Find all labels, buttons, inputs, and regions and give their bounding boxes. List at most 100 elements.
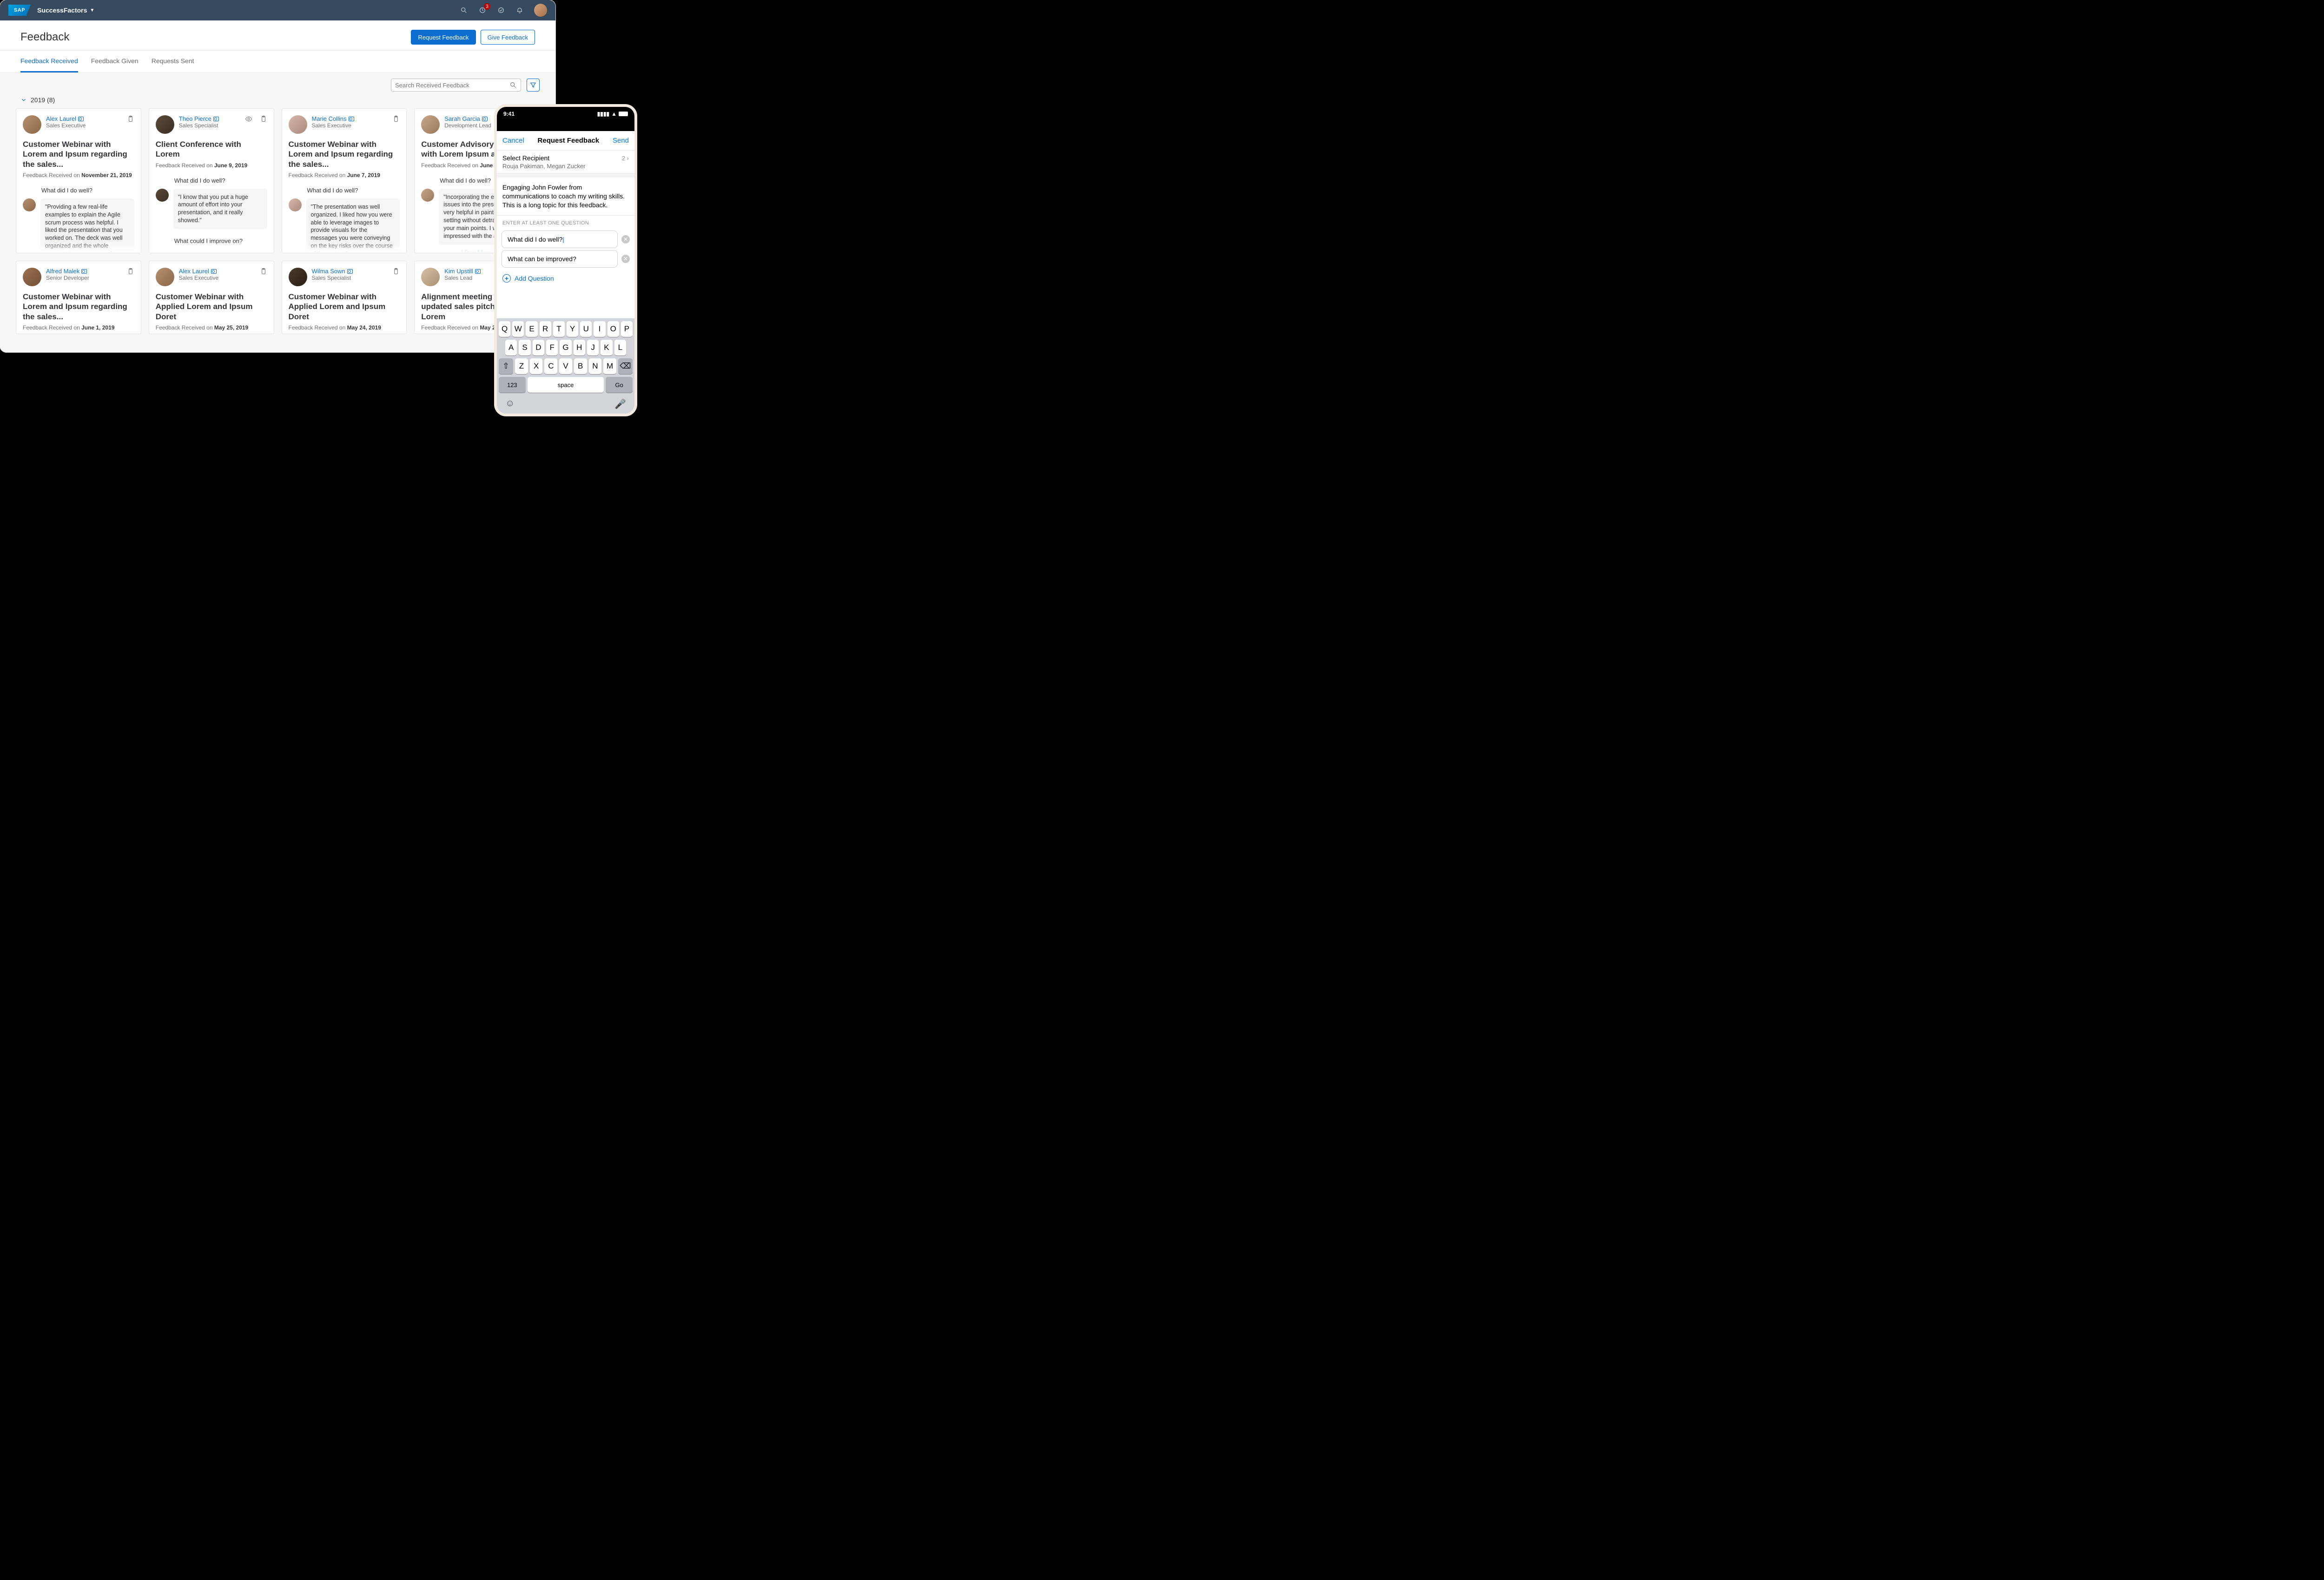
clear-icon[interactable]: ✕ — [621, 235, 630, 244]
tab-feedback-given[interactable]: Feedback Given — [91, 51, 139, 72]
keyboard-key[interactable]: N — [589, 358, 602, 374]
clipboard-icon[interactable] — [260, 115, 267, 123]
feedback-card[interactable]: Marie Collins Sales Executive Customer W… — [282, 108, 407, 253]
feedback-card[interactable]: Alex Laurel Sales Executive Customer Web… — [16, 108, 141, 253]
author-name[interactable]: Alfred Malek — [46, 268, 122, 275]
responder-avatar — [23, 198, 36, 211]
card-title: Customer Webinar with Lorem and Ipsum re… — [23, 292, 134, 322]
space-key[interactable]: space — [528, 377, 604, 393]
keyboard-key[interactable]: J — [587, 340, 599, 356]
status-bar: 9:41 ▮▮▮▮ ▲ — [497, 107, 634, 121]
tab-feedback-received[interactable]: Feedback Received — [20, 51, 78, 72]
go-key[interactable]: Go — [606, 377, 633, 393]
responder-avatar — [289, 198, 302, 211]
keyboard-key[interactable]: Z — [515, 358, 528, 374]
app-name[interactable]: SuccessFactors — [37, 7, 87, 14]
question-label: What did I do well? — [41, 187, 134, 194]
keyboard-key[interactable]: L — [614, 340, 626, 356]
author-avatar — [289, 115, 307, 134]
clipboard-icon[interactable] — [127, 115, 134, 123]
keyboard-key[interactable]: T — [553, 321, 565, 337]
recipient-row[interactable]: Select Recipient 2 › Rouja Pakiman, Mega… — [497, 151, 634, 174]
shell-header: SAP SuccessFactors ▼ 3 — [0, 0, 555, 20]
keyboard-key[interactable]: X — [530, 358, 543, 374]
tab-requests-sent[interactable]: Requests Sent — [152, 51, 194, 72]
search-field[interactable] — [391, 79, 521, 92]
shell-actions: 3 — [460, 4, 547, 17]
card-title: Client Conference with Lorem — [156, 139, 267, 159]
author-name[interactable]: Wilma Sown — [312, 268, 388, 275]
recipient-label: Select Recipient — [502, 154, 549, 162]
signal-icon: ▮▮▮▮ — [597, 111, 609, 117]
clipboard-icon[interactable] — [392, 115, 400, 123]
keyboard-key[interactable]: I — [594, 321, 605, 337]
numbers-key[interactable]: 123 — [499, 377, 526, 393]
keyboard-key[interactable]: H — [574, 340, 585, 356]
year-group-toggle[interactable]: 2019 (8) — [20, 96, 540, 104]
author-name[interactable]: Theo Pierce — [179, 115, 240, 122]
mic-icon[interactable]: 🎤 — [614, 398, 626, 410]
profile-card-icon — [482, 117, 488, 121]
mobile-nav: Cancel Request Feedback Send — [497, 131, 634, 151]
clipboard-icon[interactable] — [392, 268, 400, 275]
keyboard-key[interactable]: E — [526, 321, 537, 337]
backspace-key[interactable]: ⌫ — [618, 358, 633, 374]
mobile-mock: 9:41 ▮▮▮▮ ▲ Cancel Request Feedback Send… — [494, 104, 637, 416]
clear-icon[interactable]: ✕ — [621, 255, 630, 263]
keyboard-key[interactable]: U — [580, 321, 592, 337]
feedback-card[interactable]: Theo Pierce Sales Specialist Client Conf… — [149, 108, 274, 253]
question-field-1[interactable]: What did I do well?| ✕ — [502, 230, 630, 248]
emoji-icon[interactable]: ☺ — [505, 398, 515, 410]
profile-card-icon — [349, 117, 354, 121]
cancel-button[interactable]: Cancel — [502, 137, 524, 145]
keyboard-key[interactable]: F — [546, 340, 558, 356]
keyboard-key[interactable]: W — [512, 321, 524, 337]
bell-icon[interactable] — [515, 6, 524, 14]
give-feedback-button[interactable]: Give Feedback — [481, 30, 535, 45]
author-role: Senior Developer — [46, 275, 122, 281]
send-button[interactable]: Send — [613, 137, 629, 145]
author-role: Sales Specialist — [179, 122, 240, 129]
keyboard-key[interactable]: S — [519, 340, 530, 356]
author-name[interactable]: Alex Laurel — [179, 268, 255, 275]
search-input[interactable] — [395, 82, 509, 89]
notifications-icon[interactable]: 3 — [478, 6, 487, 14]
card-meta: Feedback Received on November 21, 2019 — [23, 172, 134, 178]
user-avatar[interactable] — [534, 4, 547, 17]
page-header: Feedback Request Feedback Give Feedback — [0, 20, 555, 51]
author-name[interactable]: Marie Collins — [312, 115, 388, 122]
request-feedback-button[interactable]: Request Feedback — [411, 30, 475, 45]
author-avatar — [289, 268, 307, 286]
feedback-topic[interactable]: Engaging John Fowler from communications… — [497, 174, 634, 216]
add-question-button[interactable]: + Add Question — [497, 270, 634, 287]
feedback-card[interactable]: Alex Laurel Sales Executive Customer Web… — [149, 261, 274, 334]
keyboard-key[interactable]: P — [621, 321, 633, 337]
keyboard-key[interactable]: Y — [567, 321, 578, 337]
wifi-icon: ▲ — [611, 111, 617, 117]
clipboard-icon[interactable] — [127, 268, 134, 275]
feedback-card[interactable]: Alfred Malek Senior Developer Customer W… — [16, 261, 141, 334]
keyboard: QWERTYUIOP ASDFGHJKL ⇧ ZXCVBNM ⌫ 123 spa… — [497, 318, 634, 414]
keyboard-key[interactable]: D — [533, 340, 544, 356]
shift-key[interactable]: ⇧ — [499, 358, 513, 374]
keyboard-key[interactable]: B — [574, 358, 587, 374]
keyboard-key[interactable]: G — [560, 340, 571, 356]
keyboard-key[interactable]: R — [540, 321, 551, 337]
keyboard-key[interactable]: K — [601, 340, 612, 356]
search-icon[interactable] — [460, 6, 468, 14]
question-field-2[interactable]: What can be improved? ✕ — [502, 250, 630, 268]
keyboard-key[interactable]: O — [607, 321, 619, 337]
profile-card-icon — [475, 269, 481, 274]
keyboard-key[interactable]: Q — [499, 321, 510, 337]
clipboard-icon[interactable] — [260, 268, 267, 275]
tasks-icon[interactable] — [497, 6, 505, 14]
feedback-card[interactable]: Wilma Sown Sales Specialist Customer Web… — [282, 261, 407, 334]
keyboard-key[interactable]: C — [544, 358, 557, 374]
filter-button[interactable] — [527, 79, 540, 92]
keyboard-key[interactable]: M — [603, 358, 616, 374]
keyboard-key[interactable]: A — [505, 340, 517, 356]
app-dropdown-icon[interactable]: ▼ — [90, 8, 94, 13]
card-meta: Feedback Received on June 7, 2019 — [289, 172, 400, 178]
keyboard-key[interactable]: V — [559, 358, 572, 374]
author-name[interactable]: Alex Laurel — [46, 115, 122, 122]
